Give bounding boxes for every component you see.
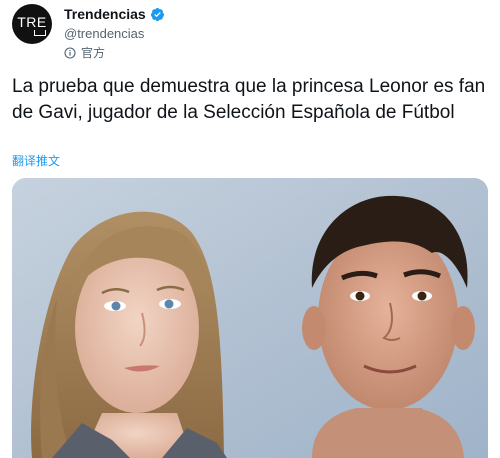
tweet-photo[interactable] bbox=[12, 178, 488, 458]
avatar-logo-text: TRE bbox=[17, 14, 47, 30]
official-label: 官方 bbox=[81, 46, 106, 60]
tweet-header: TRE Trendencias @trendencias 官方 bbox=[12, 4, 488, 61]
verified-badge-icon bbox=[150, 7, 164, 21]
name-row: Trendencias bbox=[64, 6, 165, 22]
official-info-icon bbox=[64, 46, 76, 59]
tweet-text: La prueba que demuestra que la princesa … bbox=[12, 76, 486, 123]
official-label-row: 官方 bbox=[64, 44, 105, 61]
display-name[interactable]: Trendencias bbox=[64, 6, 146, 22]
avatar[interactable]: TRE bbox=[12, 4, 52, 44]
handle[interactable]: @trendencias bbox=[64, 26, 144, 41]
photo-illustration bbox=[12, 178, 488, 458]
translate-tweet-link[interactable]: 翻译推文 bbox=[12, 152, 60, 169]
avatar-logo-mark bbox=[34, 30, 46, 36]
